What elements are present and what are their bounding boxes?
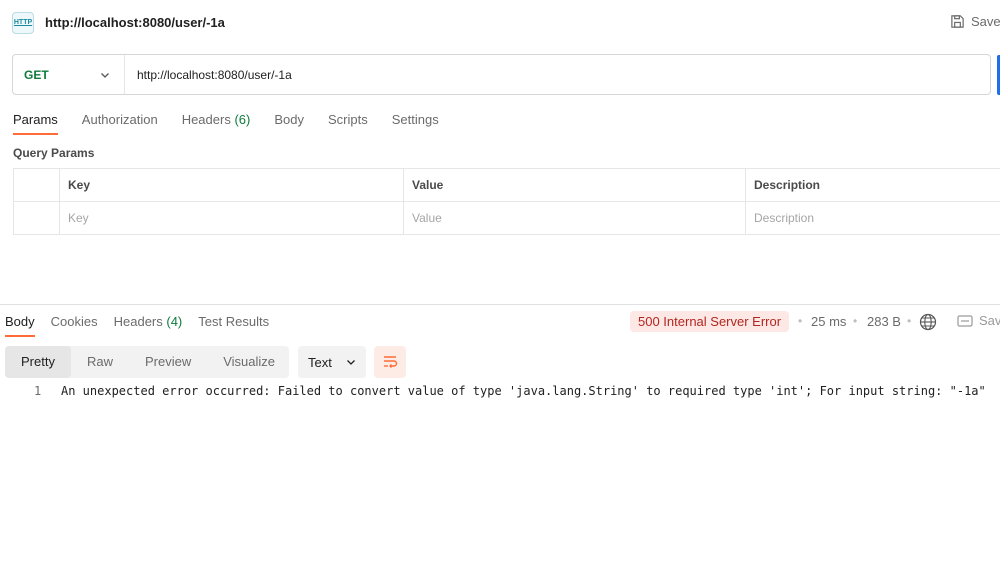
response-tab-headers[interactable]: Headers (4) bbox=[114, 314, 183, 337]
view-raw[interactable]: Raw bbox=[71, 346, 129, 378]
separator-dot: • bbox=[853, 314, 858, 328]
key-input[interactable]: Key bbox=[59, 201, 404, 235]
response-view-toggle: Pretty Raw Preview Visualize bbox=[5, 346, 289, 378]
column-header-key: Key bbox=[59, 168, 404, 202]
chevron-down-icon bbox=[101, 72, 109, 78]
save-button[interactable]: Save bbox=[950, 14, 1000, 29]
url-bar: GET bbox=[12, 54, 991, 95]
checkbox-column bbox=[13, 168, 60, 202]
response-tab-body[interactable]: Body bbox=[5, 314, 35, 337]
format-select[interactable]: Text bbox=[298, 346, 366, 378]
tab-scripts[interactable]: Scripts bbox=[328, 112, 368, 135]
request-title[interactable]: http://localhost:8080/user/-1a bbox=[45, 15, 225, 30]
save-label: Save bbox=[971, 14, 1000, 29]
status-badge[interactable]: 500 Internal Server Error bbox=[630, 311, 790, 332]
method-select[interactable]: GET bbox=[13, 55, 125, 94]
view-preview[interactable]: Preview bbox=[129, 346, 207, 378]
tab-headers-label: Headers bbox=[181, 112, 231, 127]
tab-settings[interactable]: Settings bbox=[392, 112, 439, 135]
response-body-text: An unexpected error occurred: Failed to … bbox=[61, 384, 986, 398]
wrap-lines-button[interactable] bbox=[374, 346, 406, 378]
view-visualize[interactable]: Visualize bbox=[207, 346, 291, 378]
save-icon bbox=[951, 15, 964, 28]
tab-body[interactable]: Body bbox=[274, 112, 304, 135]
save-response-button[interactable]: Sav bbox=[957, 313, 1000, 328]
response-tab-cookies[interactable]: Cookies bbox=[51, 314, 98, 337]
url-input[interactable] bbox=[125, 55, 990, 94]
response-time[interactable]: 25 ms bbox=[811, 314, 846, 329]
separator-dot: • bbox=[907, 314, 912, 328]
wrap-lines-icon bbox=[384, 356, 398, 368]
method-label: GET bbox=[24, 67, 49, 82]
separator-dot: • bbox=[798, 314, 803, 328]
headers-count: (6) bbox=[234, 112, 251, 127]
value-input[interactable]: Value bbox=[403, 201, 746, 235]
query-params-table: Key Value Description Key Value Descript… bbox=[13, 168, 1000, 235]
table-row: Key Value Description bbox=[13, 201, 1000, 235]
request-tabs: Params Authorization Headers (6) Body Sc… bbox=[13, 112, 439, 135]
line-number: 1 bbox=[34, 384, 42, 398]
globe-icon[interactable] bbox=[919, 313, 937, 331]
query-params-label: Query Params bbox=[13, 146, 95, 160]
response-headers-count: (4) bbox=[166, 314, 183, 329]
tab-params[interactable]: Params bbox=[13, 112, 58, 135]
response-tabs: Body Cookies Headers (4) Test Results bbox=[5, 314, 269, 337]
response-size[interactable]: 283 B bbox=[867, 314, 901, 329]
table-header-row: Key Value Description bbox=[13, 168, 1000, 202]
http-request-icon: HTTP bbox=[12, 12, 34, 34]
chevron-down-icon bbox=[347, 360, 355, 365]
save-response-label: Sav bbox=[979, 313, 1000, 328]
tab-headers[interactable]: Headers (6) bbox=[182, 112, 251, 135]
description-input[interactable]: Description bbox=[745, 201, 1000, 235]
column-header-description: Description bbox=[745, 168, 1000, 202]
column-header-value: Value bbox=[403, 168, 746, 202]
pane-divider[interactable] bbox=[0, 304, 1000, 305]
format-label: Text bbox=[308, 354, 332, 370]
save-response-icon bbox=[957, 314, 973, 327]
response-tab-test-results[interactable]: Test Results bbox=[198, 314, 269, 337]
response-tab-headers-label: Headers bbox=[113, 314, 163, 329]
tab-authorization[interactable]: Authorization bbox=[82, 112, 158, 135]
row-checkbox-cell[interactable] bbox=[13, 201, 60, 235]
view-pretty[interactable]: Pretty bbox=[5, 346, 71, 378]
